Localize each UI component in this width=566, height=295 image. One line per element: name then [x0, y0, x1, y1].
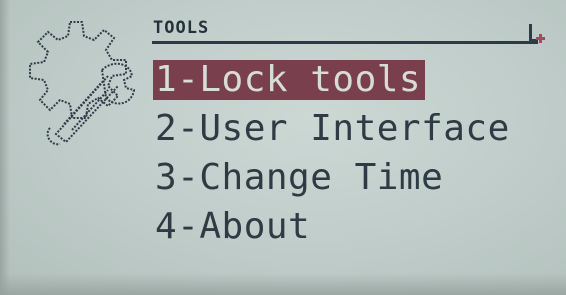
page-title: TOOLS: [153, 18, 210, 38]
screen-bezel-bottom: [0, 273, 566, 295]
menu-item-lock-tools[interactable]: 1-Lock tools: [153, 55, 514, 104]
menu-item-user-interface[interactable]: 2-User Interface: [153, 104, 514, 153]
screen-bezel-left: [0, 0, 10, 295]
menu-item-label: 1-Lock tools: [153, 60, 426, 100]
menu-item-label: 2-User Interface: [155, 108, 510, 149]
tools-menu: 1-Lock tools 2-User Interface 3-Change T…: [153, 55, 514, 251]
flag-icon: [529, 24, 545, 43]
gear-wrench-icon: [29, 21, 136, 146]
menu-item-change-time[interactable]: 3-Change Time: [153, 153, 514, 202]
menu-item-label: 4-About: [155, 206, 311, 247]
lcd-screen: TOOLS 1-Lock tools 2-User Interface 3-Ch…: [0, 0, 566, 295]
title-underline: [152, 41, 538, 44]
menu-item-about[interactable]: 4-About: [153, 202, 514, 251]
menu-item-label: 3-Change Time: [155, 157, 444, 198]
